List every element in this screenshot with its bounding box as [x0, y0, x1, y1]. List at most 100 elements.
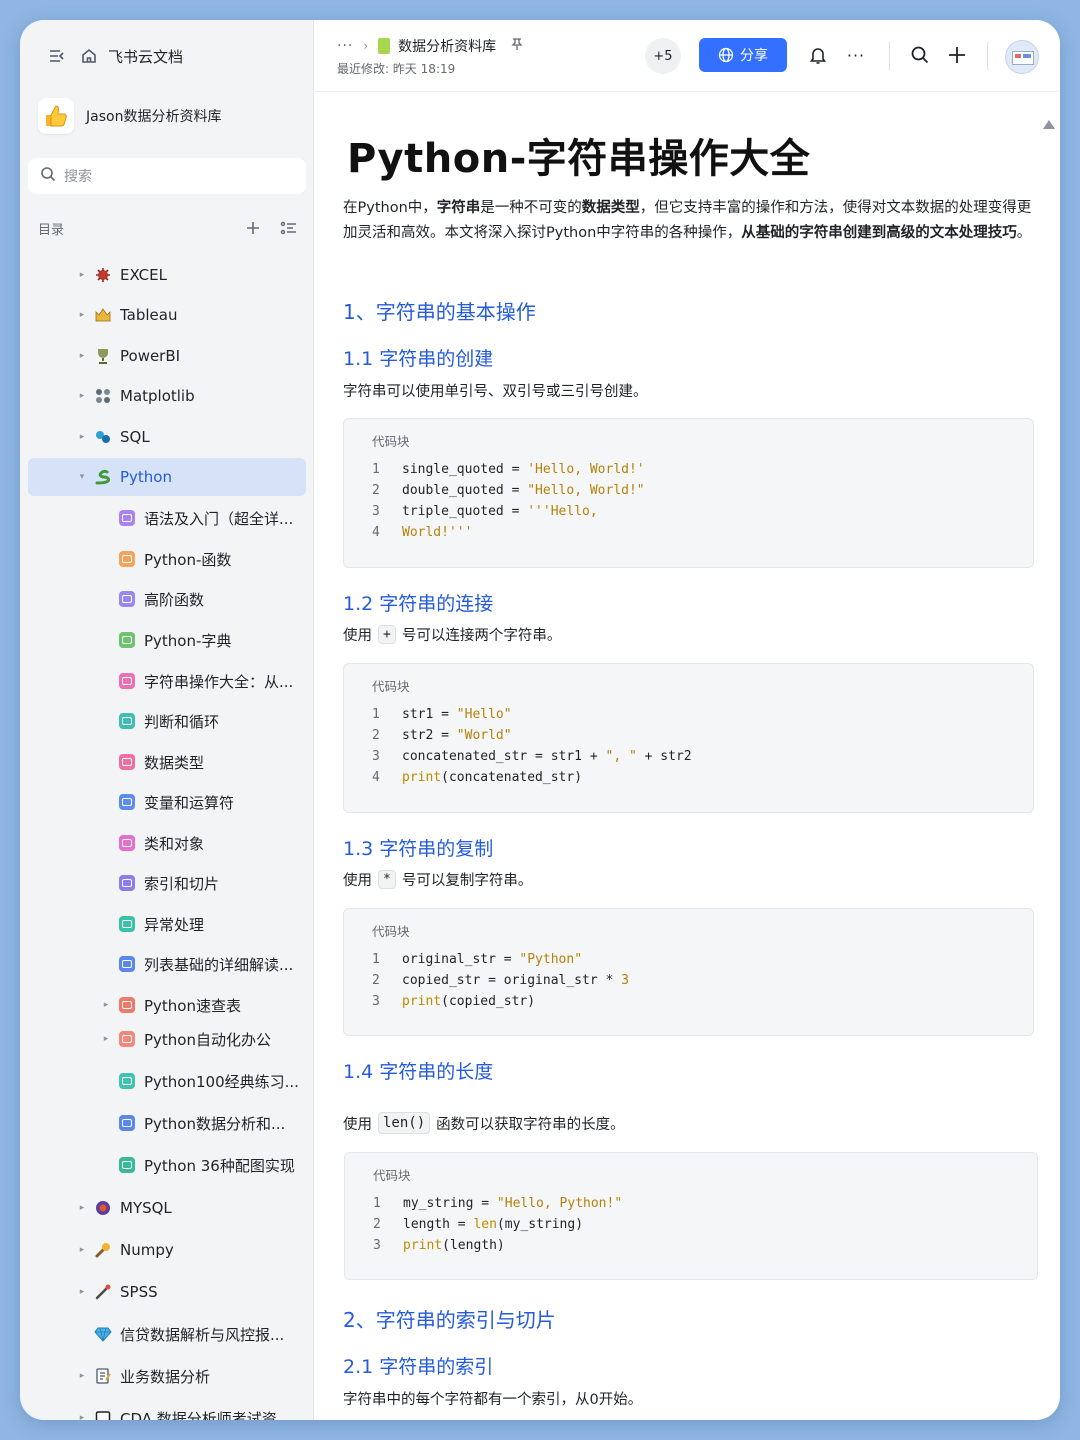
paragraph-creation: 字符串可以使用单引号、双引号或三引号创建。	[343, 384, 648, 400]
sidebar-item[interactable]: ▸ Matplotlib	[28, 377, 306, 415]
caret-down-icon[interactable]: ▾	[76, 472, 88, 482]
sidebar-item[interactable]: ▸ Python速查表	[28, 986, 306, 1024]
sidebar-item[interactable]: 索引和切片	[28, 864, 306, 902]
collapse-sidebar-icon[interactable]	[46, 45, 68, 67]
sidebar-item[interactable]: Python 36种配图实现	[28, 1146, 306, 1184]
code-block-label: 代码块	[372, 434, 410, 449]
page-title: Python-字符串操作大全	[347, 136, 811, 182]
code-line: 3 print (copied_str)	[372, 991, 629, 1012]
sidebar-item-label: 高阶函数	[144, 590, 205, 609]
sql-emoji-icon	[94, 428, 112, 446]
search-icon	[40, 166, 56, 186]
more-menu-button[interactable]: ···	[845, 44, 867, 66]
code-token: print	[402, 994, 442, 1009]
sidebar-item[interactable]: ▸ PowerBI	[28, 337, 306, 375]
code-token: str1 =	[402, 707, 457, 722]
sidebar-item[interactable]: 信贷数据解析与风控报...	[28, 1315, 306, 1353]
caret-right-icon[interactable]: ▸	[100, 1000, 112, 1010]
outline-list-icon[interactable]	[278, 217, 300, 239]
caret-right-icon[interactable]: ▸	[76, 1245, 88, 1255]
sidebar-item[interactable]: ▸ SPSS	[28, 1273, 306, 1311]
sidebar-item[interactable]: Python-字典	[28, 621, 306, 659]
code-line: 4 print (concatenated_str)	[372, 767, 692, 788]
code-line: 1 original_str = "Python"	[372, 949, 629, 970]
sidebar-item-label: Numpy	[120, 1241, 174, 1259]
code-token: copied_str = original_str *	[402, 973, 622, 988]
sidebar-item[interactable]: 类和对象	[28, 824, 306, 862]
caret-right-icon[interactable]: ▸	[100, 1034, 112, 1044]
code-block-creation[interactable]: 代码块 1 single_quoted = 'Hello, World!' 2 dou…	[343, 418, 1034, 568]
space-header[interactable]: Jason数据分析资料库	[38, 96, 308, 136]
caret-right-icon[interactable]: ▸	[76, 270, 88, 280]
sidebar-item[interactable]: Python100经典练习...	[28, 1062, 306, 1100]
code-line: 1 str1 = "Hello"	[372, 704, 692, 725]
sidebar: 飞书云文档 Jason数据分析资料库 搜索 目录 ▸ EXCEL ▸ Tableau ▸	[20, 20, 314, 1420]
sidebar-item[interactable]: 列表基础的详细解读...	[28, 945, 306, 983]
sidebar-item-label: Matplotlib	[120, 387, 195, 405]
pin-icon[interactable]	[510, 37, 524, 55]
collaborators-count[interactable]: +5	[645, 38, 681, 74]
sidebar-item-label: PowerBI	[120, 347, 181, 365]
home-icon[interactable]	[78, 45, 100, 67]
sidebar-item[interactable]: ▸ CDA 数据分析师考试资...	[28, 1399, 306, 1420]
code-token: length =	[403, 1217, 474, 1232]
doc-icon	[118, 834, 136, 852]
doc-icon	[118, 915, 136, 933]
space-name: Jason数据分析资料库	[86, 109, 222, 125]
caret-right-icon[interactable]: ▸	[76, 391, 88, 401]
breadcrumb-more-button[interactable]: ···	[337, 38, 353, 54]
tableau-emoji-icon	[94, 306, 112, 324]
search-icon[interactable]	[909, 44, 931, 66]
code-token: 'Hello, World!'	[527, 462, 645, 477]
sidebar-item-label: 索引和切片	[144, 874, 220, 893]
code-line: 3 print (length)	[373, 1235, 622, 1256]
add-icon[interactable]	[946, 44, 968, 66]
app-name[interactable]: 飞书云文档	[108, 46, 183, 67]
paragraph-copy: 使用 * 号可以复制字符串。	[343, 869, 532, 890]
avatar[interactable]	[1005, 40, 1039, 74]
share-button[interactable]: 分享	[699, 38, 787, 72]
code-block-length[interactable]: 代码块 1 my_string = "Hello, Python!" 2 length…	[344, 1152, 1038, 1280]
sidebar-item[interactable]: 判断和循环	[28, 702, 306, 740]
sidebar-item[interactable]: ▸ MYSQL	[28, 1189, 306, 1227]
caret-right-icon[interactable]: ▸	[76, 432, 88, 442]
sidebar-item-label: 列表基础的详细解读...	[144, 955, 294, 974]
sidebar-item[interactable]: Python-函数	[28, 540, 306, 578]
sidebar-item-label: MYSQL	[120, 1199, 172, 1217]
add-page-icon[interactable]	[242, 217, 264, 239]
sidebar-item[interactable]: 变量和运算符	[28, 783, 306, 821]
caret-right-icon[interactable]: ▸	[76, 351, 88, 361]
breadcrumb-item-library[interactable]: 数据分析资料库	[398, 36, 496, 56]
sidebar-item[interactable]: 高阶函数	[28, 580, 306, 618]
code-token: len	[473, 1217, 497, 1232]
code-block-copy[interactable]: 代码块 1 original_str = "Python" 2 copied_str …	[343, 908, 1034, 1036]
sidebar-item[interactable]: ▸ 业务数据分析	[28, 1357, 306, 1395]
code-block-concat[interactable]: 代码块 1 str1 = "Hello" 2 str2 = "World" 3 conca…	[343, 663, 1034, 813]
caret-right-icon[interactable]: ▸	[76, 1287, 88, 1297]
heading-string-creation: 1.1 字符串的创建	[343, 348, 494, 370]
caret-right-icon[interactable]: ▸	[76, 1371, 88, 1381]
sidebar-item[interactable]: ▸ Python自动化办公	[28, 1020, 306, 1058]
code-token: str2 =	[402, 728, 457, 743]
sidebar-item[interactable]: ▾ Python	[28, 458, 306, 496]
code-token: original_str =	[402, 952, 520, 967]
sidebar-item[interactable]: ▸ Tableau	[28, 296, 306, 334]
sidebar-item[interactable]: 异常处理	[28, 905, 306, 943]
sidebar-item[interactable]: 语法及入门（超全详...	[28, 499, 306, 537]
sidebar-item[interactable]: ▸ SQL	[28, 418, 306, 456]
code-token: "Hello, World!"	[527, 483, 645, 498]
sidebar-item[interactable]: ▸ EXCEL	[28, 256, 306, 294]
sidebar-item-label: Python自动化办公	[144, 1030, 271, 1049]
paragraph-text: 函数可以获取字符串的长度。	[436, 1116, 625, 1133]
sidebar-item[interactable]: Python数据分析和...	[28, 1104, 306, 1142]
scroll-up-arrow-icon[interactable]	[1043, 120, 1055, 129]
sidebar-item[interactable]: 数据类型	[28, 743, 306, 781]
sidebar-item[interactable]: ▸ Numpy	[28, 1231, 306, 1269]
caret-right-icon[interactable]: ▸	[76, 310, 88, 320]
search-input[interactable]: 搜索	[28, 158, 306, 194]
caret-right-icon[interactable]: ▸	[76, 1203, 88, 1213]
caret-right-icon[interactable]: ▸	[76, 1413, 88, 1420]
line-number: 4	[372, 770, 380, 785]
sidebar-item[interactable]: 字符串操作大全：从...	[28, 662, 306, 700]
notification-bell-icon[interactable]	[807, 44, 829, 66]
